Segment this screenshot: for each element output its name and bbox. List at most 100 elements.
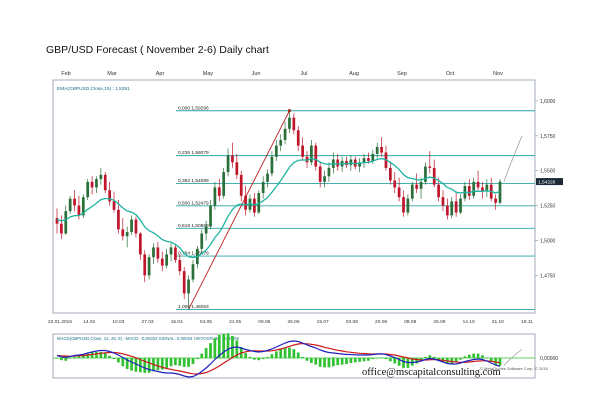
- candle-body: [288, 117, 291, 129]
- macd-histogram-bar: [388, 358, 392, 362]
- macd-histogram-bar: [450, 358, 454, 364]
- macd-histogram-bar: [213, 338, 217, 358]
- candle-body: [231, 155, 234, 163]
- month-label: Oct: [446, 71, 455, 77]
- macd-histogram-bar: [200, 353, 204, 358]
- candle-body: [174, 247, 177, 260]
- macd-histogram-bar: [331, 358, 335, 367]
- date-tick-label: 18.11: [521, 319, 533, 325]
- date-tick-label: 20.08: [375, 319, 387, 325]
- last-price-label: 1,54228: [538, 180, 556, 186]
- macd-histogram-bar: [336, 358, 340, 366]
- candle-body: [222, 172, 226, 196]
- macd-histogram-bar: [165, 358, 169, 368]
- candle-body: [406, 198, 410, 213]
- macd-histogram-bar: [187, 358, 190, 367]
- date-tick-label: 10.03: [112, 319, 124, 325]
- macd-histogram-bar: [432, 356, 436, 358]
- macd-histogram-bar: [463, 356, 467, 358]
- date-tick-label: 04.05: [200, 319, 212, 325]
- month-label: Apr: [156, 71, 165, 77]
- candle-body: [318, 166, 322, 182]
- macd-histogram-bar: [143, 358, 147, 373]
- macd-histogram-bar: [424, 356, 427, 358]
- candle-body: [117, 209, 120, 230]
- date-tick-label: 15.07: [317, 319, 329, 325]
- candle-body: [270, 156, 274, 174]
- date-tick-label: 08.09: [404, 319, 416, 325]
- macd-histogram-bar: [283, 347, 287, 358]
- candle-body: [261, 181, 265, 194]
- macd-histogram-bar: [305, 358, 309, 361]
- date-tick-label: 31.10: [492, 319, 504, 325]
- month-label: Jun: [252, 71, 261, 77]
- macd-histogram-bar: [147, 358, 151, 373]
- candle-body: [60, 223, 63, 234]
- macd-histogram-bar: [244, 353, 247, 358]
- candle-body: [419, 181, 423, 189]
- macd-histogram-bar: [77, 356, 81, 358]
- y-tick-label: 1,5250: [540, 204, 556, 210]
- candle-body: [95, 179, 98, 188]
- candle-body: [274, 145, 278, 157]
- macd-histogram-bar: [169, 358, 173, 367]
- candle-body: [296, 130, 300, 146]
- candle-body: [283, 128, 287, 140]
- macd-histogram-bar: [64, 358, 68, 361]
- date-tick-label: 14.02: [83, 319, 95, 325]
- macd-histogram-bar: [340, 358, 344, 365]
- candle-body: [388, 167, 392, 181]
- macd-histogram-bar: [481, 355, 484, 358]
- candle-body: [73, 198, 76, 206]
- candle-body: [450, 201, 454, 216]
- candle-body: [424, 166, 427, 182]
- candle-body: [77, 205, 81, 216]
- fib-level-label: 1,000 1,45053: [178, 304, 209, 310]
- macd-histogram-bar: [90, 352, 94, 358]
- candle-body: [327, 167, 331, 177]
- candle-body: [476, 181, 480, 188]
- candle-body: [160, 258, 164, 266]
- macd-histogram-bar: [174, 358, 177, 366]
- macd-projection-line: [503, 348, 523, 366]
- date-tick-label: 22.01.2015: [48, 319, 72, 325]
- date-tick-label: 03.08: [346, 319, 358, 325]
- candle-body: [182, 271, 186, 294]
- candle-body: [380, 146, 383, 153]
- fib-level-label: 0,500 1,52479: [178, 200, 209, 206]
- macd-histogram-bar: [257, 358, 261, 361]
- fib-level-label: 0,236 1,56079: [178, 150, 209, 156]
- candle-body: [226, 155, 230, 173]
- candle-body: [472, 181, 476, 196]
- macd-histogram-bar: [353, 358, 357, 363]
- y-tick-label: 1,6000: [540, 99, 556, 105]
- macd-histogram-bar: [112, 358, 116, 360]
- fib-level-label: 0,000 1,59296: [178, 105, 209, 111]
- macd-histogram-bar: [274, 351, 278, 358]
- month-label: May: [203, 71, 214, 77]
- candle-body: [310, 145, 313, 163]
- macd-histogram-bar: [117, 358, 120, 363]
- candle-body: [68, 198, 72, 212]
- macd-histogram-bar: [327, 358, 331, 368]
- macd-histogram-bar: [60, 358, 63, 361]
- candle-body: [191, 264, 195, 280]
- candle-body: [152, 247, 155, 258]
- candle-body: [143, 254, 147, 276]
- macd-histogram-bar: [266, 356, 269, 358]
- candle-body: [454, 201, 458, 213]
- macd-zero-label: 0,00000: [540, 356, 558, 362]
- date-tick-label: 14.10: [463, 319, 475, 325]
- candle-body: [459, 198, 462, 213]
- candle-body: [99, 174, 103, 180]
- candle-body: [437, 184, 440, 198]
- candle-body: [130, 219, 133, 233]
- candle-body: [362, 158, 366, 163]
- macd-histogram-bar: [95, 351, 98, 358]
- forecast-projection-line: [503, 135, 523, 182]
- macd-histogram-bar: [195, 358, 199, 360]
- macd-histogram-bar: [178, 358, 182, 366]
- macd-histogram-bar: [156, 358, 160, 371]
- candle-body: [432, 167, 436, 185]
- candle-body: [279, 139, 283, 146]
